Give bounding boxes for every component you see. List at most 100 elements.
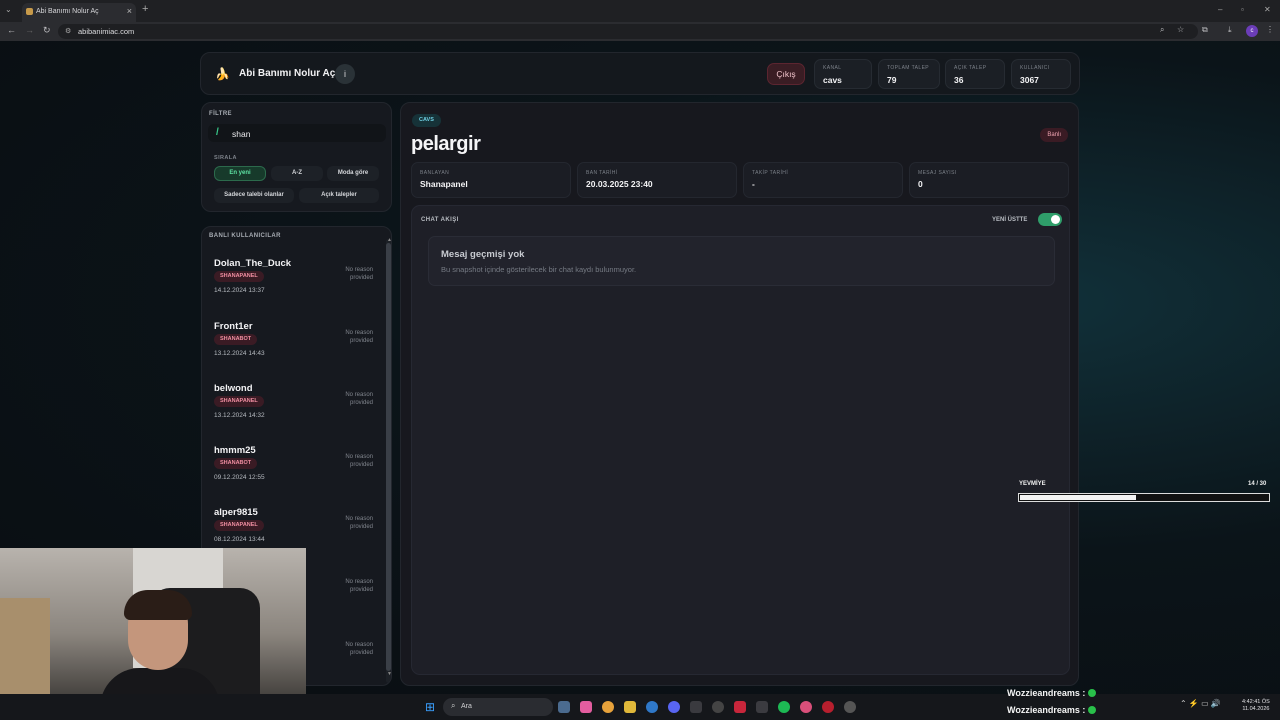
stat-label: AÇIK TALEP: [954, 65, 987, 71]
back-icon[interactable]: ←: [7, 25, 16, 35]
overlay-goal-label: YEVMİYE: [1019, 481, 1046, 487]
empty-state: Mesaj geçmişi yok Bu snapshot içinde gös…: [428, 236, 1055, 286]
profile-avatar[interactable]: c: [1246, 25, 1258, 37]
extensions-icon[interactable]: ⧉: [1202, 25, 1208, 35]
ban-source-badge: SHANAPANEL: [214, 271, 264, 282]
search-icon: ⌕: [451, 701, 456, 710]
list-item[interactable]: Front1er SHANABOT 13.12.2024 14:43 No re…: [214, 321, 379, 377]
minimize-icon[interactable]: –: [1218, 5, 1222, 14]
info-label: BANLAYAN: [420, 170, 450, 176]
info-message-count: MESAJ SAYISI 0: [909, 162, 1069, 198]
favicon-icon: [26, 8, 33, 15]
ban-source-badge: SHANAPANEL: [214, 396, 264, 407]
close-tab-icon[interactable]: ×: [127, 6, 132, 16]
list-item[interactable]: hmmm25 SHANABOT 09.12.2024 12:55 No reas…: [214, 445, 379, 501]
ban-date: 13.12.2024 14:43: [214, 350, 265, 357]
logout-button[interactable]: Çıkış: [767, 63, 805, 85]
taskbar-date: 11.04.2026: [1242, 706, 1270, 712]
stat-open-requests: AÇIK TALEP 36: [945, 59, 1005, 89]
info-button[interactable]: i: [335, 64, 355, 84]
list-scrollbar[interactable]: [386, 239, 391, 683]
valorant-icon[interactable]: [734, 701, 746, 713]
close-window-icon[interactable]: ✕: [1264, 5, 1271, 14]
app-title: Abi Banımı Nolur Aç: [239, 68, 336, 79]
app-icon-2[interactable]: [756, 701, 768, 713]
list-item[interactable]: Dolan_The_Duck SHANAPANEL 14.12.2024 13:…: [214, 258, 379, 314]
info-label: MESAJ SAYISI: [918, 170, 957, 176]
scroll-down-icon[interactable]: ▼: [387, 671, 391, 677]
stat-label: KANAL: [823, 65, 842, 71]
address-bar[interactable]: ⚙ abibanimiac.com: [58, 24, 1198, 39]
browser-tabstrip: ⌄ Abi Banımı Nolur Aç × + – ▫ ✕: [0, 0, 1280, 22]
filter-title: FİLTRE: [209, 111, 232, 117]
online-dot-icon: [1088, 706, 1097, 714]
stat-value: 36: [954, 75, 964, 85]
browser-menu-icon[interactable]: ⋮: [1266, 25, 1274, 34]
webcam-person-hair: [124, 590, 192, 620]
maximize-icon[interactable]: ▫: [1241, 5, 1244, 14]
sort-az-button[interactable]: A-Z: [271, 166, 323, 181]
ban-date: 13.12.2024 14:32: [214, 412, 265, 419]
empty-state-title: Mesaj geçmişi yok: [441, 249, 525, 260]
toggle-knob: [1051, 215, 1060, 224]
task-view-icon[interactable]: [558, 701, 570, 713]
ban-username: belwond: [214, 383, 253, 394]
info-value: 0: [918, 179, 923, 189]
zoom-icon[interactable]: ⌕: [1160, 25, 1164, 35]
ban-source-badge: SHANAPANEL: [214, 520, 264, 531]
url-text: abibanimiac.com: [78, 27, 135, 36]
steam-icon[interactable]: [690, 701, 702, 713]
ban-date: 14.12.2024 13:37: [214, 287, 265, 294]
newest-first-toggle[interactable]: [1038, 213, 1062, 226]
online-dot-icon: [1088, 689, 1097, 697]
site-info-icon[interactable]: ⚙: [65, 27, 71, 35]
chrome-icon[interactable]: [602, 701, 614, 713]
browser-tab[interactable]: Abi Banımı Nolur Aç ×: [22, 3, 136, 22]
ban-reason: No reason provided: [345, 642, 373, 656]
app-icon[interactable]: [712, 701, 724, 713]
spotify-icon[interactable]: [778, 701, 790, 713]
stat-value: cavs: [823, 75, 842, 85]
stat-label: TOPLAM TALEP: [887, 65, 930, 71]
overlay-progress-bar: [1018, 493, 1270, 502]
obs-icon[interactable]: [844, 701, 856, 713]
app-header: 🍌 Abi Banımı Nolur Aç i Çıkış KANAL cavs…: [200, 52, 1080, 95]
page-title: pelargir: [411, 133, 481, 155]
windows-start-icon[interactable]: ⊞: [425, 701, 437, 713]
forward-icon[interactable]: →: [25, 25, 34, 35]
overlay-chat-line: Wozzieandreams :: [1007, 688, 1097, 698]
overlay-chat-text: Wozzieandreams :: [1007, 688, 1086, 698]
ban-reason: No reason provided: [345, 392, 373, 406]
new-tab-icon[interactable]: +: [142, 3, 148, 15]
file-explorer-icon[interactable]: [624, 701, 636, 713]
info-label: BAN TARİHİ: [586, 170, 618, 176]
ban-reason: No reason provided: [345, 454, 373, 468]
bookmark-star-icon[interactable]: ☆: [1177, 25, 1184, 34]
ban-source-badge: SHANABOT: [214, 334, 258, 345]
reload-icon[interactable]: ↻: [43, 25, 51, 36]
sort-newest-button[interactable]: En yeni: [214, 166, 266, 181]
list-item[interactable]: belwond SHANAPANEL 13.12.2024 14:32 No r…: [214, 383, 379, 439]
scroll-up-icon[interactable]: ▲: [387, 237, 391, 243]
discord-icon[interactable]: [668, 701, 680, 713]
open-requests-button[interactable]: Açık talepler: [299, 188, 379, 203]
info-ban-date: BAN TARİHİ 20.03.2025 23:40: [577, 162, 737, 198]
filter-input[interactable]: / shan: [208, 124, 386, 142]
system-tray-icons[interactable]: ⌃ ⚡ ▭ 🔊: [1180, 699, 1221, 708]
sort-mod-button[interactable]: Moda göre: [327, 166, 379, 181]
taskbar-search-placeholder: Ara: [461, 703, 472, 710]
app-icon-3[interactable]: [800, 701, 812, 713]
user-detail-panel: CAVS Banlı pelargir BANLAYAN Shanapanel …: [400, 102, 1079, 686]
download-icon[interactable]: ⤓: [1228, 25, 1232, 35]
tab-menu-icon[interactable]: ⌄: [5, 5, 12, 14]
only-with-requests-button[interactable]: Sadece talebi olanlar: [214, 188, 294, 203]
scrollbar-thumb[interactable]: [386, 243, 391, 671]
app-icon-4[interactable]: [822, 701, 834, 713]
newest-first-label: YENİ ÜSTTE: [992, 217, 1028, 223]
ccleaner-icon[interactable]: [646, 701, 658, 713]
info-follow-date: TAKİP TARİHİ -: [743, 162, 903, 198]
webcam-background-box: [0, 598, 50, 708]
copilot-icon[interactable]: [580, 701, 592, 713]
taskbar-clock[interactable]: 4:42:41 ÖS 11.04.2026: [1242, 699, 1270, 713]
taskbar-search[interactable]: ⌕ Ara: [443, 698, 553, 716]
